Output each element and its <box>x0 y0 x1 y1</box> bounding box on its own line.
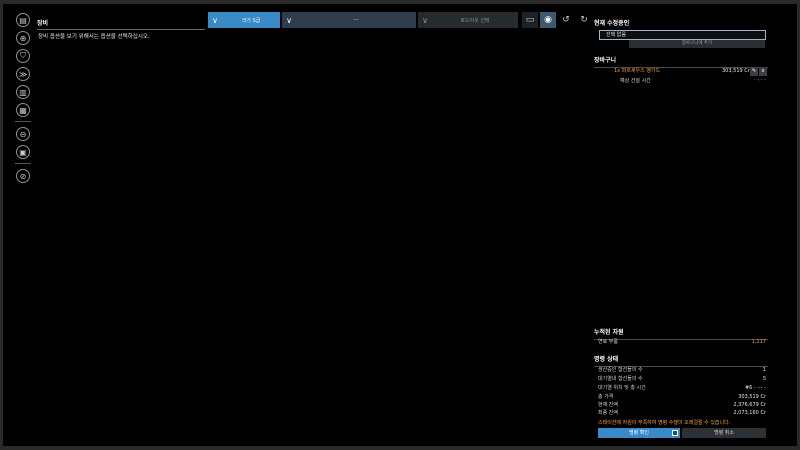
checkbox-icon[interactable] <box>672 430 678 436</box>
build-time-row: 예상 건설 시간 - -:- - <box>620 77 766 84</box>
equipment-hint: 장비 옵션을 보기 위해서는 옵션을 선택하십시오. <box>38 34 150 40</box>
save-icon[interactable]: ▭ <box>522 12 538 28</box>
status-value: 303,519 Cr <box>738 394 766 400</box>
loadout-dropdown-label: 로드아웃 선택 <box>460 17 490 24</box>
status-label: 최종 잔액 <box>598 410 618 416</box>
pencil-icon[interactable]: ✎ <box>750 67 758 76</box>
slot-icon[interactable]: ▤ <box>16 13 30 27</box>
status-label: 대기열내 함선들의 수 <box>598 376 643 382</box>
size-dropdown-label: 크기 S급 <box>241 17 261 24</box>
drone-icon[interactable]: ⊖ <box>16 127 30 141</box>
status-label: 생산중인 함선들의 수 <box>598 367 643 373</box>
resources-title: 누적된 자원 <box>594 329 624 336</box>
toolbar-divider <box>15 121 31 122</box>
x-icon[interactable]: x <box>759 67 767 76</box>
order-status-title: 명령 상태 <box>594 356 619 363</box>
status-row: 대기열 위치 및 총 시간 #6 - -:- - <box>598 384 766 392</box>
left-toolbar: ▤ ⊕ ⛉ ≫ ▥ ▦ ⊖ ▣ ⊘ <box>13 13 33 187</box>
chevron-down-icon: ∨ <box>286 15 292 25</box>
confirm-order-button[interactable]: 명령 확인 <box>598 428 680 438</box>
equipment-divider <box>37 29 205 30</box>
status-label: 현재 잔액 <box>598 402 618 408</box>
undo-icon[interactable]: ↺ <box>558 12 574 28</box>
status-row: 대기열내 함선들의 수 5 <box>598 375 766 383</box>
resource-row: 연료 부품 1,117 <box>598 338 766 346</box>
battery-icon[interactable]: ▥ <box>16 85 30 99</box>
equipment-title: 장비 <box>37 20 49 27</box>
add-to-cart-button[interactable]: 장바구니에 추가 <box>629 40 765 48</box>
chevron-down-icon: ∨ <box>422 15 428 25</box>
status-row: 현재 잔액 2,376,679 Cr <box>598 401 766 409</box>
status-value: 1 <box>762 367 766 373</box>
status-value: 5 <box>762 376 766 382</box>
trash-icon[interactable]: ▣ <box>16 145 30 159</box>
toolbar-divider <box>15 163 31 164</box>
cart-title: 장바구니 <box>594 57 617 64</box>
cargo-icon[interactable]: ▦ <box>16 103 30 117</box>
class-dropdown[interactable]: ∨ --- <box>282 12 416 28</box>
cart-item[interactable]: 1x 퍼르세우스 뱅가드 303,519 Cr ✎ x <box>598 67 768 76</box>
engine-icon[interactable]: ≫ <box>16 67 30 81</box>
status-label: 대기열 위치 및 총 시간 <box>598 385 646 391</box>
status-row: 생산중인 함선들의 수 1 <box>598 366 766 374</box>
cart-item-price: 303,519 Cr <box>722 68 750 74</box>
ship-select-field[interactable]: 선택 없음 <box>599 30 766 40</box>
status-value: #6 - -:- - <box>744 385 766 391</box>
status-row: 최종 잔액 2,073,160 Cr <box>598 409 766 417</box>
redo-icon[interactable]: ↻ <box>576 12 592 28</box>
shield-icon[interactable]: ⛉ <box>16 49 30 63</box>
status-label: 총 가격 <box>598 394 614 400</box>
eye-icon[interactable]: ◉ <box>540 12 556 28</box>
status-value: 2,376,679 Cr <box>733 402 766 408</box>
confirm-order-label: 명령 확인 <box>629 430 649 436</box>
cart-item-name: 1x 퍼르세우스 뱅가드 <box>614 68 661 74</box>
crosshair-icon[interactable]: ⊕ <box>16 31 30 45</box>
loadout-dropdown[interactable]: ∨ 로드아웃 선택 <box>418 12 518 28</box>
cancel-order-button[interactable]: 명령 취소 <box>682 428 766 438</box>
resource-warning: 스테이션에 자원이 부족하여 명령 수행이 오래걸릴 수 있습니다. <box>598 420 731 426</box>
class-dropdown-label: --- <box>353 17 359 23</box>
build-time-label: 예상 건설 시간 <box>620 78 651 84</box>
resource-label: 연료 부품 <box>598 339 618 345</box>
chevron-down-icon: ∨ <box>212 15 218 25</box>
current-ship-title: 현재 수정중인 <box>594 20 630 27</box>
current-ship-section: 현재 수정중인 <box>594 18 768 27</box>
size-dropdown[interactable]: ∨ 크기 S급 <box>208 12 280 28</box>
build-time-value: - -:- - <box>753 77 766 83</box>
resource-value: 1,117 <box>751 339 766 345</box>
status-row: 총 가격 303,519 Cr <box>598 393 766 401</box>
prohibit-icon[interactable]: ⊘ <box>16 169 30 183</box>
status-value: 2,073,160 Cr <box>733 410 766 416</box>
